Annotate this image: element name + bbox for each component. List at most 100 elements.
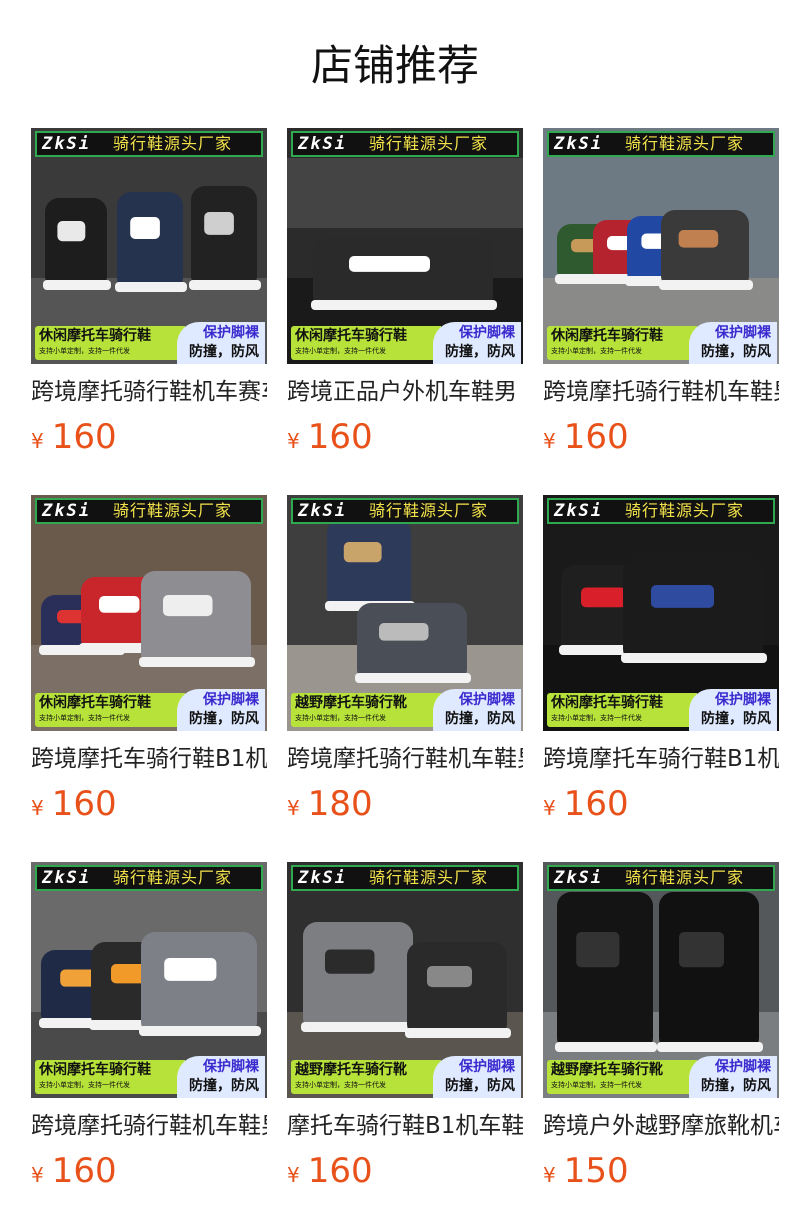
promo-right: 保护脚裸 防撞，防风 (689, 1056, 777, 1098)
currency-symbol: ¥ (287, 796, 300, 820)
promo-title: 越野摩托车骑行靴 (295, 695, 407, 711)
product-title[interactable]: 跨境摩托车骑行鞋B1机车 (31, 742, 267, 776)
promo-protect: 保护脚裸 (459, 1059, 515, 1075)
promo-protect: 保护脚裸 (203, 325, 259, 341)
brand-logo: ZkSi (42, 501, 91, 521)
brand-banner: ZkSi 骑行鞋源头厂家 (547, 498, 775, 524)
promo-right: 保护脚裸防撞，防风 (433, 322, 521, 364)
brand-banner: ZkSi 骑行鞋源头厂家 (547, 865, 775, 891)
promo-protect: 保护脚裸 (715, 325, 771, 341)
product-price: 160 (51, 417, 117, 457)
brand-banner: ZkSi 骑行鞋源头厂家 (291, 131, 519, 157)
product-title[interactable]: 跨境摩托骑行鞋机车鞋男 (31, 1109, 267, 1143)
promo-subtitle: 支持小单定制，支持一件代发 (551, 1081, 642, 1089)
currency-symbol: ¥ (543, 1163, 556, 1187)
product-image[interactable]: ZkSi 骑行鞋源头厂家越野摩托车骑行靴 支持小单定制，支持一件代发 保护脚裸 防撞，防… (543, 862, 779, 1098)
product-image[interactable]: ZkSi 骑行鞋源头厂家 休闲摩托车骑行鞋 支持小单定制，支持一件代发 保护脚裸 防撞，防… (31, 862, 267, 1098)
promo-anti: 防撞，防风 (189, 1078, 259, 1094)
brand-text: 骑行鞋源头厂家 (625, 868, 745, 887)
brand-banner: ZkSi 骑行鞋源头厂家 (291, 865, 519, 891)
promo-protect: 保护脚裸 (203, 1059, 259, 1075)
price-row: ¥150 (543, 1151, 779, 1191)
brand-text: 骑行鞋源头厂家 (113, 501, 233, 520)
brand-logo: ZkSi (554, 501, 603, 521)
promo-protect: 保护脚裸 (715, 692, 771, 708)
promo-banner: 休闲摩托车骑行鞋支持小单定制，支持一件代发 保护脚裸防撞，防风 (543, 322, 779, 364)
promo-title: 休闲摩托车骑行鞋 (551, 328, 663, 344)
product-image[interactable]: ZkSi 骑行鞋源头厂家 越野摩托车骑行靴 支持小单定制，支持一件代发 保护脚裸 防撞，防… (287, 495, 523, 731)
currency-symbol: ¥ (543, 429, 556, 453)
product-card[interactable]: ZkSi 骑行鞋源头厂家 越野摩托车骑行靴 支持小单定制，支持一件代发 保护脚裸 防撞，防… (287, 495, 523, 824)
promo-left: 休闲摩托车骑行鞋 支持小单定制，支持一件代发 (291, 326, 441, 360)
promo-subtitle: 支持小单定制，支持一件代发 (295, 1081, 386, 1089)
section-title: 店铺推荐 (310, 41, 479, 90)
promo-left: 休闲摩托车骑行鞋 支持小单定制，支持一件代发 (547, 693, 697, 727)
promo-anti: 防撞，防风 (701, 344, 771, 360)
promo-banner: 休闲摩托车骑行鞋 支持小单定制，支持一件代发 保护脚裸 防撞，防风 (287, 322, 523, 364)
brand-text: 骑行鞋源头厂家 (113, 868, 233, 887)
currency-symbol: ¥ (543, 796, 556, 820)
brand-text: 骑行鞋源头厂家 (369, 868, 489, 887)
product-card[interactable]: ZkSi 骑行鞋源头厂家休闲摩托车骑行鞋支持小单定制，支持一件代发 保护脚裸防撞，防… (31, 128, 267, 457)
promo-right: 保护脚裸防撞，防风 (177, 1056, 265, 1098)
promo-anti: 防撞，防风 (189, 344, 259, 360)
promo-right: 保护脚裸 防撞，防风 (433, 689, 521, 731)
product-card[interactable]: ZkSi 骑行鞋源头厂家 越野摩托车骑行靴 支持小单定制，支持一件代发 保护脚裸 防撞，防… (287, 862, 523, 1191)
brand-banner: ZkSi 骑行鞋源头厂家 (35, 131, 263, 157)
promo-right: 保护脚裸防撞，防风 (689, 322, 777, 364)
product-image[interactable]: ZkSi 骑行鞋源头厂家 越野摩托车骑行靴 支持小单定制，支持一件代发 保护脚裸 防撞，防… (287, 862, 523, 1098)
promo-left: 越野摩托车骑行靴 支持小单定制，支持一件代发 (291, 1060, 441, 1094)
promo-anti: 防撞，防风 (701, 1078, 771, 1094)
product-image[interactable]: ZkSi 骑行鞋源头厂家休闲摩托车骑行鞋支持小单定制，支持一件代发 保护脚裸防撞，防… (31, 128, 267, 364)
promo-banner: 休闲摩托车骑行鞋 支持小单定制，支持一件代发 保护脚裸 防撞，防风 (31, 1056, 267, 1098)
price-row: ¥160 (543, 417, 779, 457)
promo-right: 保护脚裸防撞，防风 (689, 689, 777, 731)
promo-banner: 休闲摩托车骑行鞋 支持小单定制，支持一件代发 保护脚裸 防撞，防风 (543, 689, 779, 731)
promo-left: 休闲摩托车骑行鞋 支持小单定制，支持一件代发 (35, 1060, 185, 1094)
promo-title: 休闲摩托车骑行鞋 (39, 328, 151, 344)
product-image[interactable]: ZkSi 骑行鞋源头厂家 休闲摩托车骑行鞋 支持小单定制，支持一件代发 保护脚裸 防撞，防… (543, 128, 779, 364)
price-row: ¥180 (287, 784, 523, 824)
promo-title: 休闲摩托车骑行鞋 (551, 695, 663, 711)
product-card[interactable]: ZkSi 骑行鞋源头厂家 休闲摩托车骑行鞋 支持小单定制，支持一件代发 保护脚裸 防撞，防… (287, 128, 523, 457)
promo-banner: 休闲摩托车骑行鞋 支持小单定制，支持一件代发 保护脚裸 防撞，防风 (31, 689, 267, 731)
promo-anti: 防撞，防风 (445, 711, 515, 727)
currency-symbol: ¥ (287, 1163, 300, 1187)
promo-right: 保护脚裸防撞，防风 (433, 1056, 521, 1098)
product-card[interactable]: ZkSi 骑行鞋源头厂家 休闲摩托车骑行鞋 支持小单定制，支持一件代发 保护脚裸 防撞，防… (543, 495, 779, 824)
product-image[interactable]: ZkSi 骑行鞋源头厂家 休闲摩托车骑行鞋 支持小单定制，支持一件代发 保护脚裸 防撞，防… (287, 128, 523, 364)
promo-protect: 保护脚裸 (459, 325, 515, 341)
brand-logo: ZkSi (298, 134, 347, 154)
product-title[interactable]: 摩托车骑行鞋B1机车鞋 (287, 1109, 523, 1143)
promo-anti: 防撞，防风 (445, 1078, 515, 1094)
brand-logo: ZkSi (554, 868, 603, 888)
promo-left: 休闲摩托车骑行鞋支持小单定制，支持一件代发 (35, 326, 185, 360)
promo-right: 保护脚裸 防撞，防风 (177, 689, 265, 731)
product-price: 160 (51, 784, 117, 824)
product-card[interactable]: ZkSi 骑行鞋源头厂家 休闲摩托车骑行鞋 支持小单定制，支持一件代发 保护脚裸 防撞，防… (31, 862, 267, 1191)
product-title[interactable]: 跨境摩托骑行鞋机车鞋男 (287, 742, 523, 776)
product-title[interactable]: 跨境正品户外机车鞋男 (287, 375, 523, 409)
promo-anti: 防撞，防风 (701, 711, 771, 727)
product-card[interactable]: ZkSi 骑行鞋源头厂家 休闲摩托车骑行鞋 支持小单定制，支持一件代发 保护脚裸 防撞，防… (31, 495, 267, 824)
product-title[interactable]: 跨境摩托骑行鞋机车赛车鞋 (31, 375, 267, 409)
promo-subtitle: 支持小单定制，支持一件代发 (295, 347, 386, 355)
product-card[interactable]: ZkSi 骑行鞋源头厂家越野摩托车骑行靴 支持小单定制，支持一件代发 保护脚裸 防撞，防… (543, 862, 779, 1191)
product-image[interactable]: ZkSi 骑行鞋源头厂家 休闲摩托车骑行鞋 支持小单定制，支持一件代发 保护脚裸 防撞，防… (31, 495, 267, 731)
brand-text: 骑行鞋源头厂家 (625, 501, 745, 520)
promo-subtitle: 支持小单定制，支持一件代发 (551, 347, 642, 355)
product-card[interactable]: ZkSi 骑行鞋源头厂家 休闲摩托车骑行鞋 支持小单定制，支持一件代发 保护脚裸 防撞，防… (543, 128, 779, 457)
promo-subtitle: 支持小单定制，支持一件代发 (39, 714, 130, 722)
promo-banner: 越野摩托车骑行靴 支持小单定制，支持一件代发 保护脚裸 防撞，防风 (543, 1056, 779, 1098)
price-row: ¥160 (31, 1151, 267, 1191)
product-price: 160 (563, 784, 629, 824)
product-image[interactable]: ZkSi 骑行鞋源头厂家 休闲摩托车骑行鞋 支持小单定制，支持一件代发 保护脚裸 防撞，防… (543, 495, 779, 731)
promo-left: 越野摩托车骑行靴 支持小单定制，支持一件代发 (547, 1060, 697, 1094)
product-title[interactable]: 跨境摩托车骑行鞋B1机车 (543, 742, 779, 776)
product-title[interactable]: 跨境户外越野摩旅靴机车 (543, 1109, 779, 1143)
product-title[interactable]: 跨境摩托骑行鞋机车鞋男 (543, 375, 779, 409)
brand-logo: ZkSi (42, 868, 91, 888)
promo-anti: 防撞，防风 (445, 344, 515, 360)
promo-subtitle: 支持小单定制，支持一件代发 (39, 347, 130, 355)
brand-text: 骑行鞋源头厂家 (113, 134, 233, 153)
